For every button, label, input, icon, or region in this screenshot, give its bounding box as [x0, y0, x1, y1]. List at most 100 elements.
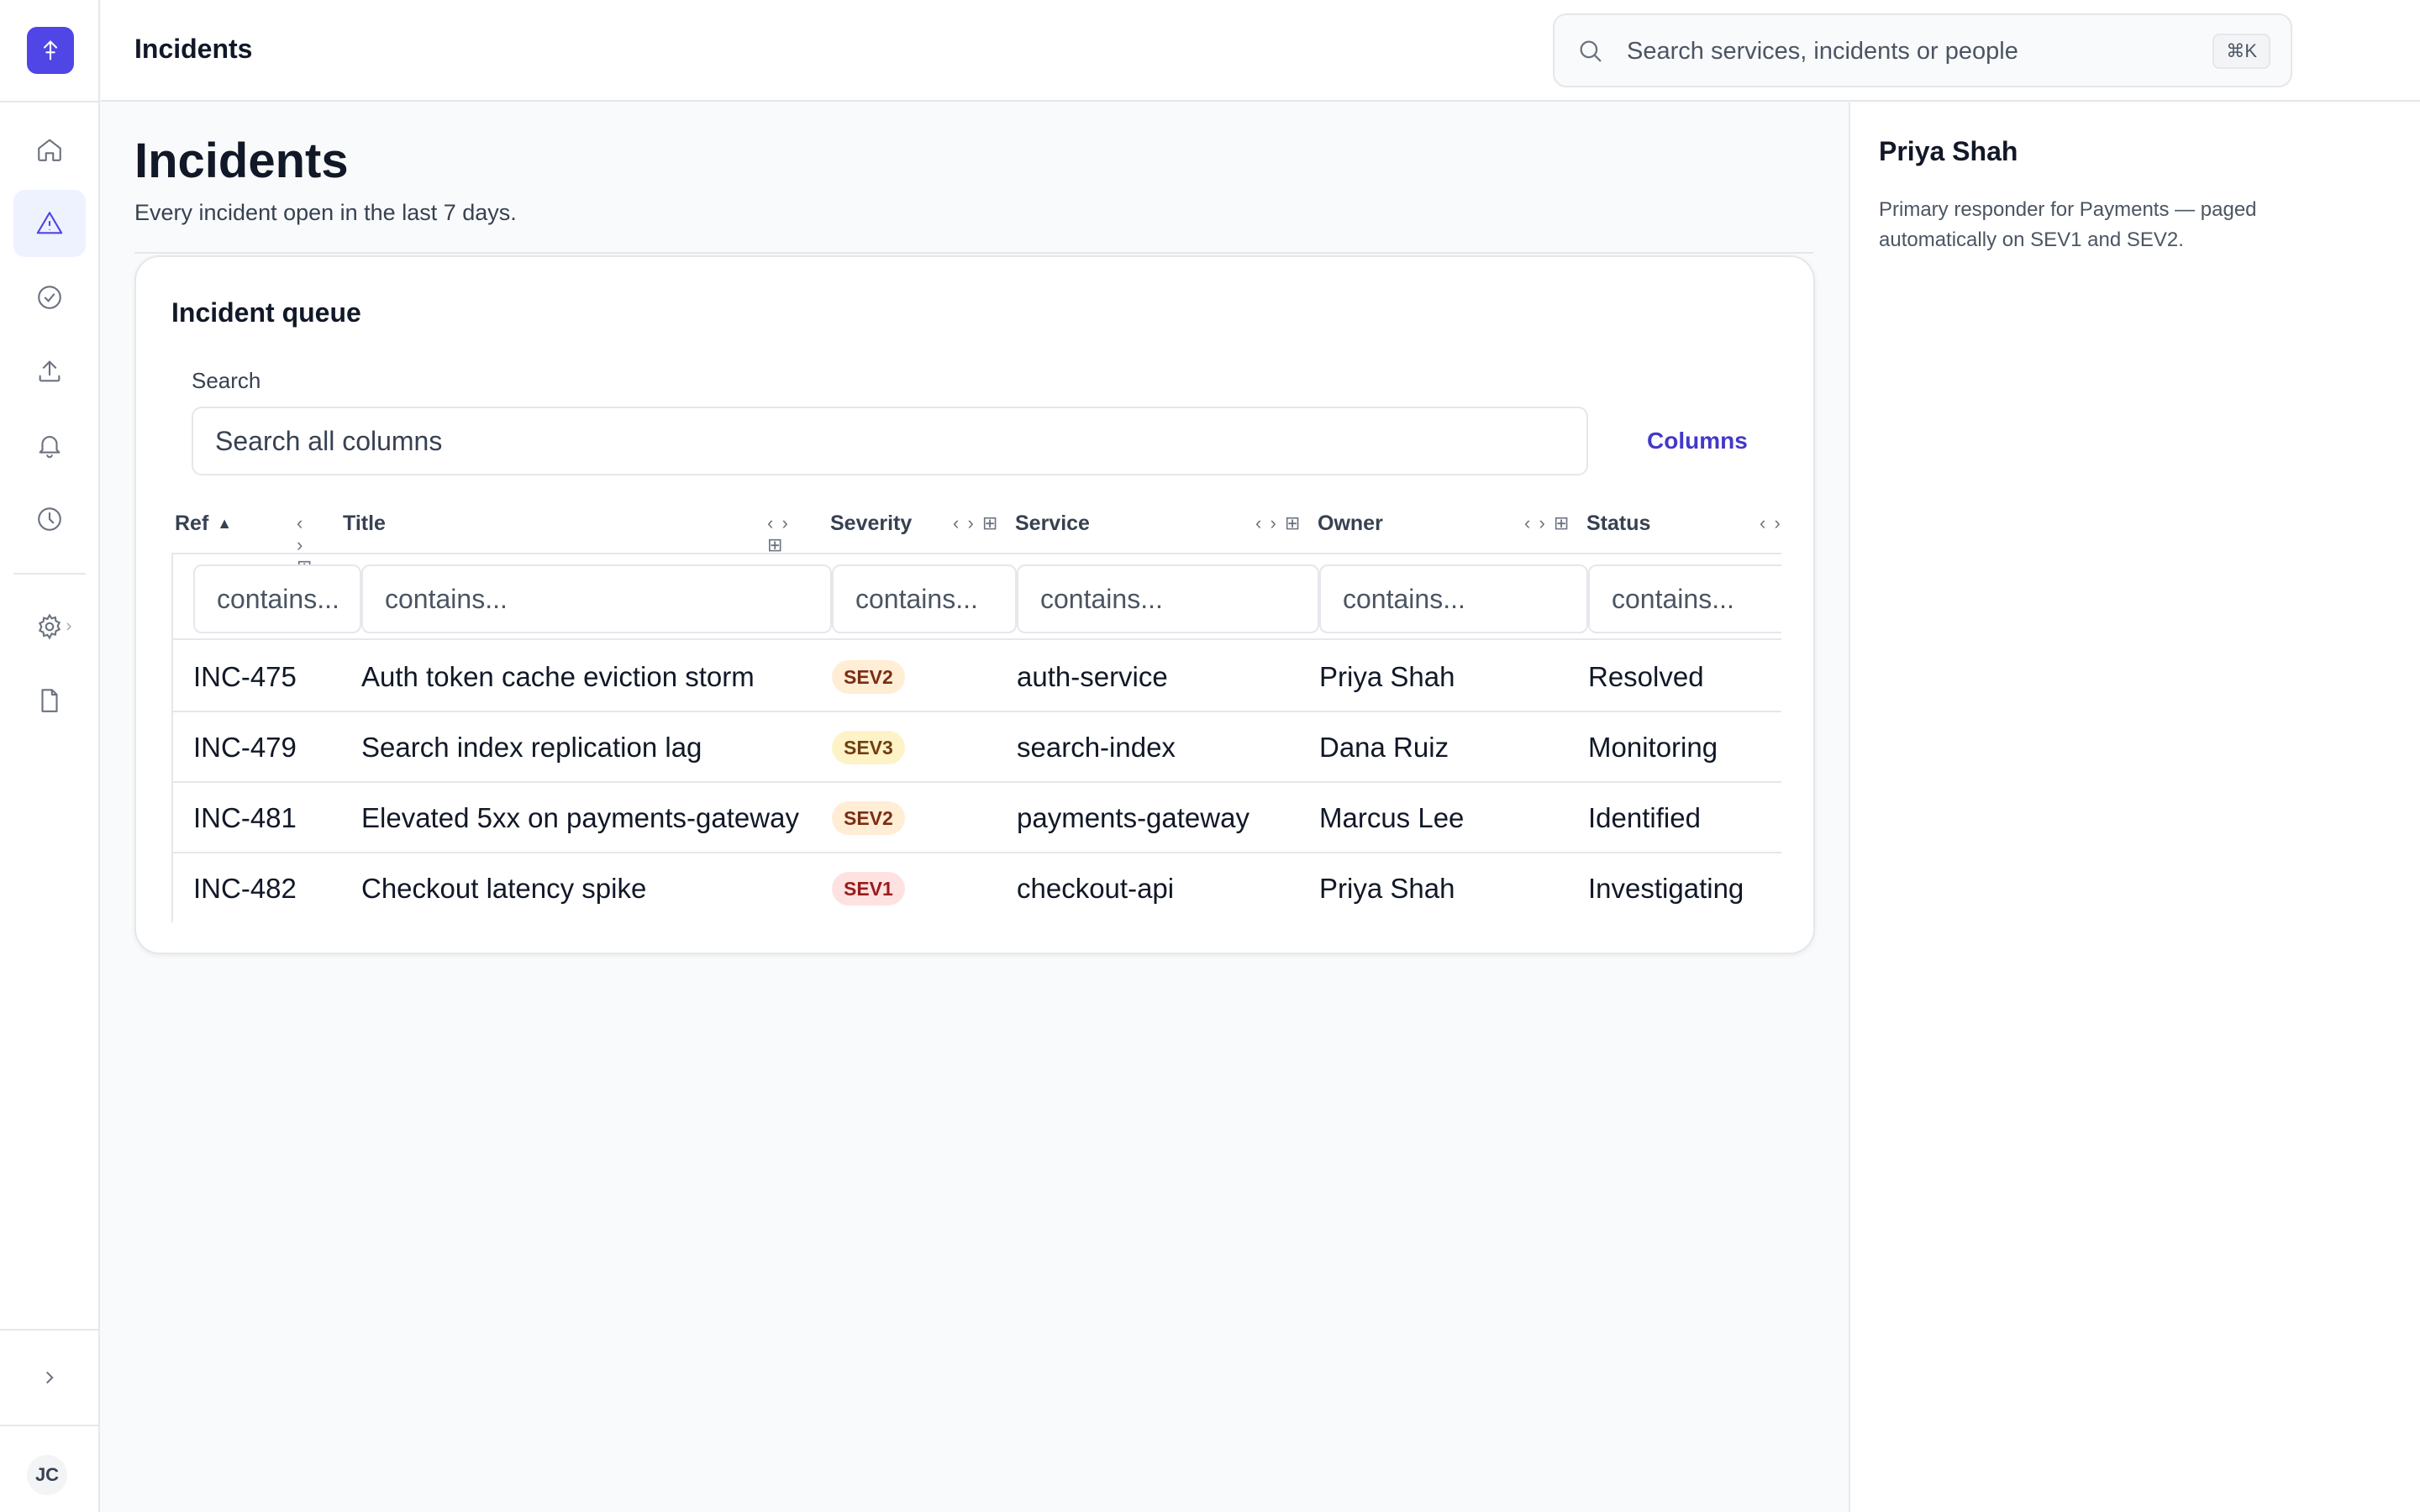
column-menu-icon: ⊞: [767, 534, 785, 555]
filter-title-input[interactable]: contains...: [361, 564, 832, 633]
sidebar-divider: [0, 101, 100, 102]
cell-status: Monitoring: [1588, 732, 1718, 763]
column-header-label: Severity: [830, 511, 913, 535]
global-search[interactable]: Search services, incidents or people ⌘K: [1553, 13, 2292, 87]
detail-name: Priya Shah: [1879, 136, 2018, 166]
cell-ref: INC-481: [193, 802, 297, 833]
cell-ref: INC-475: [193, 661, 297, 692]
column-controls[interactable]: ‹ › ⊞: [1255, 512, 1302, 534]
topbar-title: Incidents: [134, 34, 253, 64]
table-search-input[interactable]: Search all columns: [192, 407, 1588, 475]
table-row[interactable]: INC-475 Auth token cache eviction storm SE…: [171, 642, 1781, 712]
column-header-label: Owner: [1318, 511, 1383, 535]
nav-incidents[interactable]: [13, 190, 86, 257]
main-divider: [134, 252, 1813, 254]
sidebar-divider: [0, 1329, 100, 1331]
severity-badge: SEV2: [832, 801, 905, 835]
cell-ref: INC-482: [193, 873, 297, 904]
document-icon: [41, 689, 58, 712]
nav-resolved[interactable]: [13, 264, 86, 331]
card-title: Incident queue: [171, 297, 361, 328]
page-title: Incidents: [134, 134, 349, 188]
column-controls[interactable]: ‹ › ⊞: [953, 512, 999, 534]
search-label: Search: [192, 368, 261, 393]
table-row[interactable]: INC-482 Checkout latency spike SEV1 checkou…: [171, 853, 1781, 922]
app-logo[interactable]: [27, 27, 74, 74]
filter-service-input[interactable]: contains...: [1017, 564, 1319, 633]
filter-severity-input[interactable]: contains...: [832, 564, 1017, 633]
filter-ref-input[interactable]: contains...: [193, 564, 361, 633]
sidebar-expand-button[interactable]: [13, 1344, 86, 1411]
column-header-label: Service: [1015, 511, 1090, 535]
column-header-service[interactable]: Service ‹ › ⊞: [1015, 492, 1318, 554]
cell-service: auth-service: [1017, 661, 1168, 692]
nav-settings[interactable]: [13, 593, 86, 660]
nav-docs[interactable]: [13, 667, 86, 734]
top-bar: Incidents Search services, incidents or …: [101, 0, 2420, 102]
chevron-right-icon: [66, 622, 71, 631]
column-controls[interactable]: ‹ ›: [1760, 512, 1781, 534]
nav-divider: [13, 573, 86, 575]
table-row[interactable]: INC-481 Elevated 5xx on payments-gateway S…: [171, 783, 1781, 853]
filter-row: contains... contains... contains... cont…: [171, 556, 1781, 640]
cell-status: Resolved: [1588, 661, 1704, 692]
column-header-label: Status: [1586, 511, 1651, 535]
severity-badge: SEV2: [832, 660, 905, 694]
incident-table: Ref ▲ ‹ › ⊞ Title ‹ › ⊞ Severity ‹ › ⊞ S…: [171, 492, 1781, 922]
cell-status: Identified: [1588, 802, 1701, 833]
filter-status-input[interactable]: contains...: [1588, 564, 1781, 633]
column-header-severity[interactable]: Severity ‹ › ⊞: [830, 492, 1015, 554]
cell-service: payments-gateway: [1017, 802, 1249, 833]
column-controls[interactable]: ‹ › ⊞: [1524, 512, 1570, 534]
logo-icon: [43, 40, 58, 60]
check-circle-icon: [38, 286, 61, 309]
sidebar-divider: [0, 1425, 100, 1426]
cell-owner: Priya Shah: [1319, 661, 1455, 692]
severity-badge: SEV3: [832, 731, 905, 764]
table-row[interactable]: INC-479 Search index replication lag SEV3 s…: [171, 712, 1781, 783]
nav-history[interactable]: [13, 486, 86, 553]
detail-description: Primary responder for Payments — paged a…: [1879, 198, 2257, 251]
cell-service: checkout-api: [1017, 873, 1175, 904]
chevron-right-icon: [46, 1371, 54, 1384]
filter-owner-input[interactable]: contains...: [1319, 564, 1588, 633]
clock-icon: [38, 507, 61, 531]
cell-ref: INC-479: [193, 732, 297, 763]
columns-button[interactable]: Columns: [1634, 412, 1761, 470]
nav-deploys[interactable]: [13, 338, 86, 405]
table-header-row: Ref ▲ ‹ › ⊞ Title ‹ › ⊞ Severity ‹ › ⊞ S…: [171, 492, 1781, 578]
detail-panel: Priya Shah Primary responder for Payment…: [1849, 102, 2420, 1512]
cell-status: Investigating: [1588, 873, 1744, 904]
column-header-status[interactable]: Status ‹ ›: [1586, 492, 1781, 554]
column-header-ref[interactable]: Ref ▲ ‹ › ⊞: [175, 492, 312, 578]
column-controls[interactable]: ‹ › ⊞: [767, 512, 813, 556]
cell-severity: SEV1: [832, 853, 905, 922]
sidebar: JC: [0, 0, 100, 1512]
global-search-placeholder: Search services, incidents or people: [1627, 38, 2018, 65]
incident-queue-card: Incident queue Search Search all columns…: [134, 255, 1815, 954]
table-border: [171, 554, 173, 922]
column-header-label: Ref: [175, 511, 209, 535]
cell-title: Checkout latency spike: [361, 873, 647, 904]
home-icon: [38, 139, 61, 161]
page-subtitle: Every incident open in the last 7 days.: [134, 200, 517, 225]
nav-alerts[interactable]: [13, 412, 86, 479]
column-menu-icon: ⊞: [981, 512, 1000, 533]
column-menu-icon: ⊞: [1553, 512, 1571, 533]
search-shortcut: ⌘K: [2212, 34, 2270, 69]
upload-icon: [39, 360, 60, 382]
cell-title: Elevated 5xx on payments-gateway: [361, 802, 799, 833]
nav-home[interactable]: [13, 116, 86, 183]
sort-ascending-icon: ▲: [217, 514, 233, 532]
severity-badge: SEV1: [832, 872, 905, 906]
cell-service: search-index: [1017, 732, 1176, 763]
column-header-label: Title: [343, 511, 386, 535]
search-icon: [1580, 40, 1602, 62]
column-header-title[interactable]: Title ‹ › ⊞: [343, 492, 813, 556]
column-menu-icon: ⊞: [1284, 512, 1302, 533]
cell-severity: SEV3: [832, 712, 905, 783]
cell-severity: SEV2: [832, 642, 905, 712]
column-header-owner[interactable]: Owner ‹ › ⊞: [1318, 492, 1586, 554]
user-avatar[interactable]: JC: [27, 1455, 67, 1495]
gear-icon: [38, 613, 61, 640]
